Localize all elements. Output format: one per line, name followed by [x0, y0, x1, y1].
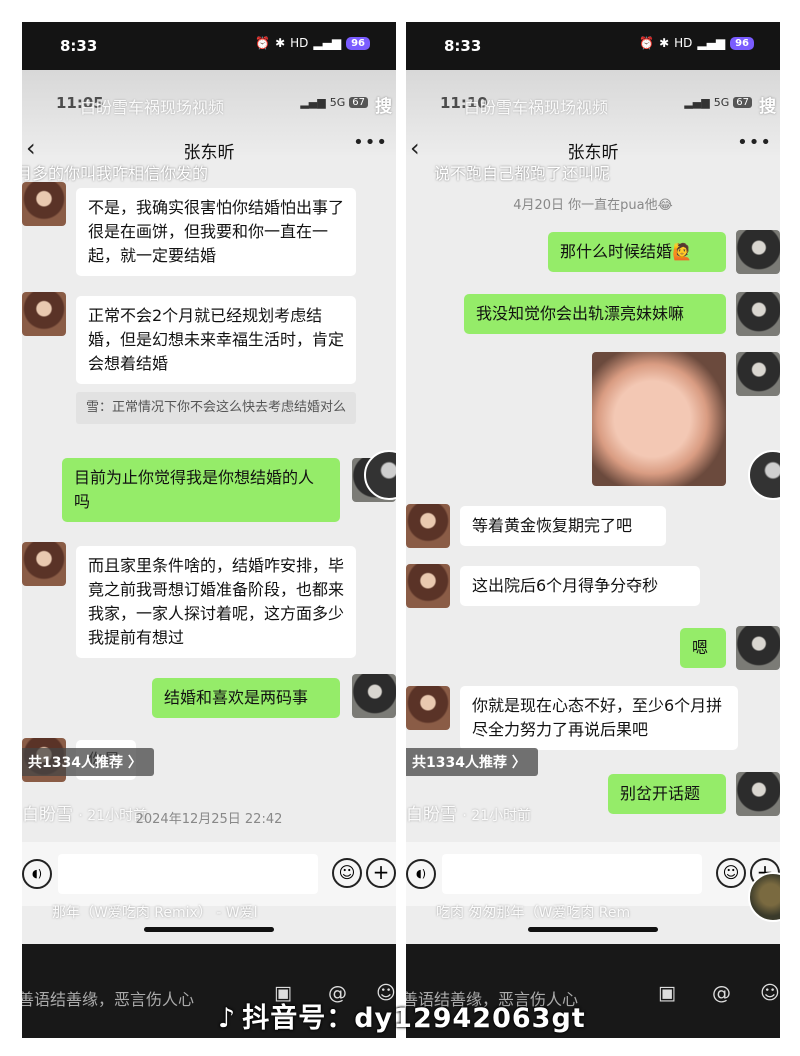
danmu-comment: 说不跑自己都跑了还叫呢 — [434, 164, 611, 183]
search-button[interactable]: 搜 — [759, 92, 776, 117]
voice-icon[interactable]: ◖) — [406, 859, 436, 889]
message-input[interactable] — [442, 854, 702, 894]
avatar[interactable] — [22, 182, 66, 226]
status-icons: ⏰ ✱ HD ▂▄▆ 96 — [255, 36, 370, 50]
right-screenshot: 8:33 ⏰ ✱ HD ▂▄▆ 96 11:10 白盼雪车祸现场视频 ▂▄▆ 5… — [406, 22, 780, 1038]
timestamp: 4月20日 你一直在pua他😂 — [513, 198, 673, 213]
message-bubble: 结婚和喜欢是两码事 — [152, 678, 340, 718]
douyin-watermark: ♪ 抖音号：dy12942063gt — [218, 1003, 586, 1034]
author-name: 白盼雪 · 21小时前 — [406, 805, 532, 825]
message-bubble: 目前为止你觉得我是你想结婚的人吗 — [62, 458, 340, 522]
music-title: 吃肉 匆匆那年（W爱吃肉 Rem — [436, 905, 631, 921]
at-icon[interactable]: @ — [712, 982, 731, 1004]
message-bubble: 正常不会2个月就已经规划考虑结婚，但是幻想未来幸福生活时，肯定会想着结婚 — [76, 296, 356, 384]
message-bubble: 等着黄金恢复期完了吧 — [460, 506, 666, 546]
message-bubble: 而且家里条件啥的，结婚咋安排，毕竟之前我哥想订婚准备阶段，也都来我家，一家人探讨… — [76, 546, 356, 658]
avatar[interactable] — [406, 564, 450, 608]
home-indicator — [144, 927, 274, 932]
avatar[interactable] — [736, 292, 780, 336]
avatar[interactable] — [22, 292, 66, 336]
avatar[interactable] — [736, 230, 780, 274]
bluetooth-icon: ✱ — [275, 36, 286, 50]
voice-icon[interactable]: ◖) — [22, 859, 52, 889]
signal-icon: ▂▄▆ — [300, 96, 326, 109]
overlay-search-text[interactable]: 白盼雪车祸现场视频 — [80, 94, 224, 118]
hd-icon: HD — [290, 36, 309, 50]
message-bubble: 嗯 — [680, 628, 726, 668]
status-time: 8:33 — [60, 37, 98, 55]
recommend-badge[interactable]: 共1334人推荐 〉 — [22, 748, 154, 776]
more-icon[interactable]: ••• — [353, 132, 388, 153]
timestamp: 2024年12月25日 22:42 — [135, 812, 283, 827]
home-indicator — [528, 927, 658, 932]
message-bubble: 不是，我确实很害怕你结婚怕出事了很是在画饼，但我要和你一直在一起，就一定要结婚 — [76, 188, 356, 276]
status-bar: 8:33 ⏰ ✱ HD ▂▄▆ 96 — [406, 22, 780, 70]
overlay-signal: ▂▄▆ 5G 67 — [684, 96, 752, 109]
avatar[interactable] — [736, 772, 780, 816]
plus-icon[interactable]: + — [366, 858, 396, 888]
tiktok-logo-icon: ♪ — [218, 1003, 237, 1034]
avatar[interactable] — [736, 626, 780, 670]
message-bubble: 别岔开话题 — [608, 774, 726, 814]
overlay-battery: 67 — [733, 97, 752, 108]
avatar[interactable] — [736, 352, 780, 396]
signal-icon: ▂▄▆ — [313, 36, 342, 50]
overlay-signal: ▂▄▆ 5G 67 — [300, 96, 368, 109]
creator-avatar[interactable] — [748, 450, 780, 500]
message-bubble: 我没知觉你会出轨漂亮妹妹嘛 — [464, 294, 726, 334]
overlay-search-text[interactable]: 白盼雪车祸现场视频 — [464, 94, 608, 118]
photo-message[interactable] — [592, 352, 726, 486]
battery-icon: 96 — [346, 36, 370, 50]
bluetooth-icon: ✱ — [659, 36, 670, 50]
hd-icon: HD — [674, 36, 693, 50]
status-icons: ⏰ ✱ HD ▂▄▆ 96 — [639, 36, 754, 50]
more-icon[interactable]: ••• — [737, 132, 772, 153]
emoji-icon[interactable]: ☺ — [716, 858, 746, 888]
message-input[interactable] — [58, 854, 318, 894]
message-bubble: 你就是现在心态不好，至少6个月拼尽全力努力了再说后果吧 — [460, 686, 738, 750]
avatar[interactable] — [406, 504, 450, 548]
avatar[interactable] — [406, 686, 450, 730]
quoted-message: 雪：正常情况下你不会这么快去考虑结婚对么 — [76, 392, 356, 424]
message-bubble: 那什么时候结婚🙋 — [548, 232, 726, 272]
comment-input[interactable]: 善语结善缘，恶言伤人心 — [22, 986, 194, 1010]
signal-icon: ▂▄▆ — [697, 36, 726, 50]
status-bar: 8:33 ⏰ ✱ HD ▂▄▆ 96 — [22, 22, 396, 70]
signal-icon: ▂▄▆ — [684, 96, 710, 109]
recommend-badge[interactable]: 共1334人推荐 〉 — [406, 748, 538, 776]
message-bubble: 这出院后6个月得争分夺秒 — [460, 566, 700, 606]
image-icon[interactable]: ▣ — [658, 982, 676, 1004]
status-time: 8:33 — [444, 37, 482, 55]
battery-icon: 96 — [730, 36, 754, 50]
input-bar: ◖) ☺ + — [22, 842, 396, 906]
alarm-icon: ⏰ — [255, 36, 271, 50]
search-button[interactable]: 搜 — [375, 92, 392, 117]
left-screenshot: 8:33 ⏰ ✱ HD ▂▄▆ 96 11:05 白盼雪车祸现场视频 ▂▄▆ 5… — [22, 22, 396, 1038]
avatar[interactable] — [352, 674, 396, 718]
avatar[interactable] — [22, 542, 66, 586]
music-title: 那年（W爱吃肉 Remix） - W爱l — [52, 905, 258, 921]
input-bar: ◖) ☺ + — [406, 842, 780, 906]
overlay-battery: 67 — [349, 97, 368, 108]
emoji-icon[interactable]: ☺ — [332, 858, 362, 888]
emoji-icon[interactable]: ☺ — [760, 982, 780, 1004]
danmu-comment: 月多的你叫我咋相信你发的 — [22, 164, 209, 183]
alarm-icon: ⏰ — [639, 36, 655, 50]
